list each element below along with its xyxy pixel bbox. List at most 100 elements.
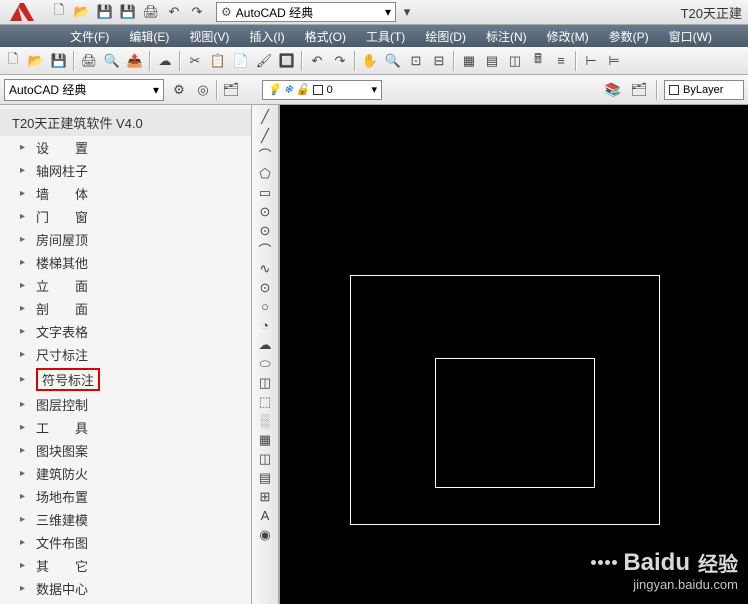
zoom-icon[interactable]: 🔍 — [382, 50, 404, 72]
tree-item[interactable]: ▸文字表格 — [0, 320, 251, 343]
draw-tool-icon[interactable]: ⊞ — [254, 487, 276, 506]
open-icon[interactable]: 📂 — [71, 2, 93, 22]
draw-tool-icon[interactable]: ╱ — [254, 126, 276, 145]
undo-icon[interactable]: ↶ — [306, 50, 328, 72]
expand-icon[interactable]: ▸ — [20, 422, 30, 433]
tree-item[interactable]: ▸建筑防火 — [0, 462, 251, 485]
expand-icon[interactable]: ▸ — [20, 165, 30, 176]
menu-item[interactable]: 修改(M) — [537, 25, 599, 47]
zoom-prev-icon[interactable]: ⊟ — [428, 50, 450, 72]
menu-item[interactable]: 参数(P) — [599, 25, 659, 47]
menu-item[interactable]: 绘图(D) — [415, 25, 476, 47]
tree-item[interactable]: ▸符号标注 — [0, 366, 251, 393]
layer-tool-icon[interactable]: 📚 — [602, 79, 624, 101]
tree-item[interactable]: ▸尺寸标注 — [0, 343, 251, 366]
expand-icon[interactable]: ▸ — [20, 280, 30, 291]
expand-icon[interactable]: ▸ — [20, 349, 30, 360]
menu-item[interactable]: 标注(N) — [476, 25, 537, 47]
tree-item[interactable]: ▸轴网柱子 — [0, 159, 251, 182]
draw-tool-icon[interactable]: ▭ — [254, 183, 276, 202]
expand-icon[interactable]: ▸ — [20, 374, 30, 385]
redo-icon[interactable]: ↷ — [186, 2, 208, 22]
markup-icon[interactable]: ≡ — [550, 50, 572, 72]
tree-item[interactable]: ▸其 它 — [0, 554, 251, 577]
workspace-dropdown-top[interactable]: ⚙ AutoCAD 经典 ▾ — [216, 2, 396, 22]
expand-icon[interactable]: ▸ — [20, 257, 30, 268]
blocks-icon[interactable]: 🔲 — [276, 50, 298, 72]
cut-icon[interactable]: ✂ — [184, 50, 206, 72]
tree-item[interactable]: ▸房间屋顶 — [0, 228, 251, 251]
expand-icon[interactable]: ▸ — [20, 211, 30, 222]
new-icon[interactable]: 🗋 — [2, 50, 24, 72]
tree-item[interactable]: ▸剖 面 — [0, 297, 251, 320]
expand-icon[interactable]: ▸ — [20, 326, 30, 337]
layer-state-icon[interactable]: 🗂 — [628, 79, 650, 101]
draw-tool-icon[interactable]: ⊙ — [254, 278, 276, 297]
draw-tool-icon[interactable]: ⌒ — [254, 240, 276, 259]
draw-tool-icon[interactable]: ▦ — [254, 430, 276, 449]
tree-item[interactable]: ▸三维建模 — [0, 508, 251, 531]
match-icon[interactable]: 🖌 — [253, 50, 275, 72]
dim-align-icon[interactable]: ⊨ — [603, 50, 625, 72]
tree-item[interactable]: ▸墙 体 — [0, 182, 251, 205]
expand-icon[interactable]: ▸ — [20, 560, 30, 571]
publish-icon[interactable]: 📤 — [124, 50, 146, 72]
tree-item[interactable]: ▸图块图案 — [0, 439, 251, 462]
expand-icon[interactable]: ▸ — [20, 491, 30, 502]
menu-item[interactable]: 窗口(W) — [659, 25, 722, 47]
expand-icon[interactable]: ▸ — [20, 188, 30, 199]
draw-tool-icon[interactable]: ░ — [254, 411, 276, 430]
print-preview-icon[interactable]: 🔍 — [101, 50, 123, 72]
menu-item[interactable]: 视图(V) — [179, 25, 239, 47]
app-logo[interactable] — [2, 0, 44, 25]
tree-item[interactable]: ▸场地布置 — [0, 485, 251, 508]
expand-icon[interactable]: ▸ — [20, 583, 30, 594]
saveas-icon[interactable]: 💾 — [117, 2, 139, 22]
tree-item[interactable]: ▸工 具 — [0, 416, 251, 439]
layer-props-icon[interactable]: 🗂 — [220, 79, 242, 101]
menu-item[interactable]: 插入(I) — [239, 25, 294, 47]
new-icon[interactable]: 🗋 — [48, 2, 70, 22]
expand-icon[interactable]: ▸ — [20, 537, 30, 548]
expand-icon[interactable]: ▸ — [20, 303, 30, 314]
workspace-save-icon[interactable]: ◎ — [192, 79, 214, 101]
tree-item[interactable]: ▸立 面 — [0, 274, 251, 297]
expand-icon[interactable]: ▸ — [20, 514, 30, 525]
expand-icon[interactable]: ▸ — [20, 445, 30, 456]
workspace-select[interactable]: AutoCAD 经典 ▾ — [4, 79, 164, 101]
draw-tool-icon[interactable]: ◔ — [254, 316, 276, 335]
tree-item[interactable]: ▸数据中心 — [0, 577, 251, 600]
color-dropdown[interactable]: ByLayer — [664, 80, 744, 100]
save-icon[interactable]: 💾 — [48, 50, 70, 72]
sheets-icon[interactable]: ▤ — [481, 50, 503, 72]
expand-icon[interactable]: ▸ — [20, 142, 30, 153]
properties-icon[interactable]: ▦ — [458, 50, 480, 72]
draw-tool-icon[interactable]: ╱ — [254, 107, 276, 126]
calc-icon[interactable]: 🖩 — [527, 50, 549, 72]
layer-dropdown[interactable]: 💡❄🔓 0 ▾ — [262, 80, 382, 100]
draw-tool-icon[interactable]: ◫ — [254, 373, 276, 392]
open-icon[interactable]: 📂 — [25, 50, 47, 72]
expand-icon[interactable]: ▸ — [20, 399, 30, 410]
tree-item[interactable]: ▸设 置 — [0, 136, 251, 159]
tool-palette-icon[interactable]: ◫ — [504, 50, 526, 72]
tree-item[interactable]: ▸门 窗 — [0, 205, 251, 228]
draw-tool-icon[interactable]: ◉ — [254, 525, 276, 544]
dropdown-arrow-icon[interactable]: ▾ — [396, 2, 418, 22]
tree-item[interactable]: ▸文件布图 — [0, 531, 251, 554]
save-icon[interactable]: 💾 — [94, 2, 116, 22]
undo-icon[interactable]: ↶ — [163, 2, 185, 22]
drawing-canvas[interactable]: Baidu 经验 jingyan.baidu.com — [280, 105, 748, 604]
menu-item[interactable]: 工具(T) — [356, 25, 415, 47]
menu-item[interactable]: 文件(F) — [60, 25, 119, 47]
redo-icon[interactable]: ↷ — [329, 50, 351, 72]
draw-tool-icon[interactable]: ○ — [254, 297, 276, 316]
print-icon[interactable]: 🖨 — [140, 2, 162, 22]
paste-icon[interactable]: 📄 — [230, 50, 252, 72]
draw-tool-icon[interactable]: ▤ — [254, 468, 276, 487]
menu-item[interactable]: 编辑(E) — [119, 25, 179, 47]
zoom-window-icon[interactable]: ⊡ — [405, 50, 427, 72]
pan-icon[interactable]: ✋ — [359, 50, 381, 72]
tree-item[interactable]: ▸图层控制 — [0, 393, 251, 416]
expand-icon[interactable]: ▸ — [20, 234, 30, 245]
